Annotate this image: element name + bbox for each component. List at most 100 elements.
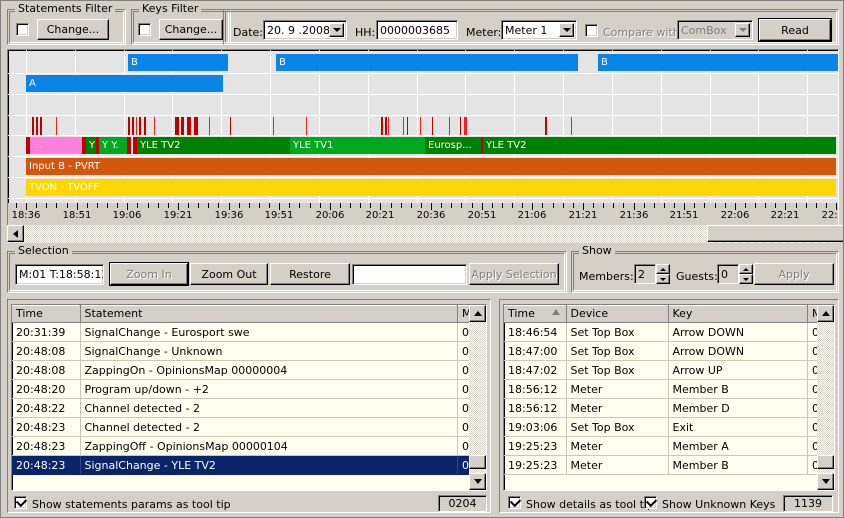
statements-filter-checkbox[interactable] — [16, 23, 29, 36]
compare-with-combo[interactable]: ComBox — [677, 20, 753, 40]
keys-col-device[interactable]: Device — [566, 305, 669, 323]
statements-filter-change-button[interactable]: Change... — [37, 19, 109, 40]
keys-col-key[interactable]: Key — [668, 305, 808, 323]
timeline-bar[interactable]: Y Y. — [99, 137, 127, 154]
timeline-key-tick[interactable] — [432, 117, 433, 135]
timeline-key-tick[interactable] — [40, 117, 42, 135]
keys-vscrollbar-thumb[interactable] — [817, 455, 834, 469]
timeline-bar[interactable]: YLE TV1 — [290, 137, 425, 154]
timeline-key-tick[interactable] — [128, 117, 130, 135]
table-row[interactable]: 20:48:22Channel detected - 201 — [12, 398, 486, 418]
keys-table[interactable]: TimeDeviceKeyM 18:46:54Set Top BoxArrow … — [503, 304, 835, 491]
members-stepper[interactable] — [656, 264, 670, 284]
timeline-key-tick[interactable] — [388, 117, 389, 135]
meter-combo[interactable]: Meter 1 — [501, 20, 577, 40]
timeline-key-tick[interactable] — [407, 117, 408, 135]
table-row[interactable]: 20:48:23 ZappingOff - OpinionsMap 0000010… — [12, 436, 486, 456]
timeline-key-tick[interactable] — [154, 117, 155, 135]
timeline-key-tick[interactable] — [36, 117, 38, 135]
chevron-down-icon[interactable] — [329, 23, 344, 37]
hscrollbar-thumb[interactable] — [707, 225, 843, 242]
table-row[interactable]: 18:47:02Set Top BoxArrow UP01 — [504, 360, 834, 380]
guests-stepper-up[interactable] — [739, 264, 753, 274]
timeline-hscrollbar[interactable] — [7, 225, 843, 243]
statements-col-statement[interactable]: Statement — [80, 305, 458, 323]
timeline-key-tick[interactable] — [460, 117, 461, 135]
statements-header-row[interactable]: Time Statement M — [12, 305, 486, 323]
table-row[interactable]: 20:31:39SignalChange - Eurosport swe01 — [12, 322, 486, 342]
compare-with-checkbox[interactable] — [585, 24, 598, 37]
scroll-left-arrow-icon[interactable] — [7, 225, 24, 242]
timeline-bar[interactable]: Y — [86, 137, 96, 154]
scroll-down-arrow-icon[interactable] — [817, 473, 834, 490]
timeline-key-tick[interactable] — [385, 117, 387, 135]
table-row[interactable]: 20:48:08 ZappingOn - OpinionsMap 00000004… — [12, 360, 486, 380]
keys-vscrollbar[interactable] — [817, 305, 834, 490]
timeline-key-tick[interactable] — [464, 117, 467, 135]
selection-range-field[interactable] — [352, 264, 467, 285]
timeline-bar[interactable]: B — [598, 54, 838, 71]
zoom-in-button[interactable]: Zoom In — [109, 262, 189, 286]
table-row[interactable]: 18:47:00Set Top BoxArrow DOWN01 — [504, 341, 834, 361]
table-row[interactable]: 19:25:23MeterMember B01 — [504, 455, 834, 475]
timeline-bar[interactable]: A — [26, 75, 223, 92]
apply-button[interactable]: Apply — [754, 263, 834, 285]
timeline-key-tick[interactable] — [139, 117, 141, 135]
statements-vscrollbar-thumb[interactable] — [469, 455, 486, 469]
table-row[interactable]: 18:56:12MeterMember D01 — [504, 398, 834, 418]
timeline-key-tick[interactable] — [306, 117, 307, 135]
members-value[interactable]: 2 — [634, 264, 656, 284]
table-row[interactable]: 19:25:23MeterMember A01 — [504, 436, 834, 456]
scroll-up-arrow-icon[interactable] — [817, 305, 834, 322]
timeline-bar[interactable]: Eurosp... — [425, 137, 481, 154]
hh-input[interactable]: 0000003685 — [376, 20, 458, 40]
timeline-chart[interactable]: B B B A... Y Y Y. YLE TV2 YLE TV1 Eurosp... YLE T… — [7, 49, 839, 221]
table-row[interactable]: 20:48:20Program up/down - +201 — [12, 379, 486, 399]
table-row[interactable]: 20:48:23SignalChange - YLE TV201 — [12, 455, 486, 475]
table-row[interactable]: 19:03:06Set Top BoxExit01 — [504, 417, 834, 437]
timeline-key-tick[interactable] — [187, 117, 191, 135]
date-combo[interactable]: 20. 9 .2008 — [263, 20, 347, 40]
restore-button[interactable]: Restore — [270, 263, 350, 285]
timeline-bar[interactable]: YLE TV2 — [483, 137, 836, 154]
table-row[interactable]: 20:48:08SignalChange - Unknown01 — [12, 341, 486, 361]
keys-filter-change-button[interactable]: Change... — [159, 19, 223, 40]
timeline-key-tick[interactable] — [545, 117, 547, 135]
keys-filter-checkbox[interactable] — [138, 23, 151, 36]
keys-header-row[interactable]: TimeDeviceKeyM — [504, 305, 834, 323]
scroll-up-arrow-icon[interactable] — [469, 305, 486, 322]
timeline-key-tick[interactable] — [420, 117, 421, 135]
guests-stepper-down[interactable] — [739, 274, 753, 284]
keys-tooltip-checkbox[interactable] — [508, 495, 522, 509]
statements-table[interactable]: Time Statement M 20:31:39 SignalChange - Eu… — [11, 304, 487, 491]
timeline-bar[interactable]: TVON - TVOFF — [26, 179, 836, 196]
statements-col-time[interactable]: Time — [12, 305, 81, 323]
timeline-key-tick[interactable] — [381, 117, 383, 135]
timeline-bar[interactable]: Input B - PVRT — [26, 158, 836, 175]
timeline-key-tick[interactable] — [571, 117, 572, 135]
timeline-key-tick[interactable] — [194, 117, 198, 135]
table-row[interactable]: 18:56:12MeterMember B01 — [504, 379, 834, 399]
statements-tooltip-checkbox[interactable] — [14, 495, 28, 509]
timeline-key-tick[interactable] — [230, 117, 231, 135]
scroll-down-arrow-icon[interactable] — [469, 473, 486, 490]
table-row[interactable]: 20:48:23Channel detected - 201 — [12, 417, 486, 437]
timeline-key-tick[interactable] — [175, 117, 179, 135]
members-stepper-up[interactable] — [656, 264, 670, 274]
timeline-bar[interactable]: B — [128, 54, 228, 71]
read-button[interactable]: Read — [758, 18, 832, 42]
timeline-key-tick[interactable] — [136, 117, 137, 135]
timeline-key-tick[interactable] — [132, 117, 134, 135]
timeline-key-tick[interactable] — [209, 117, 210, 135]
statements-vscrollbar[interactable] — [469, 305, 486, 490]
timeline-bar[interactable]: YLE TV2 — [137, 137, 290, 154]
timeline-key-tick[interactable] — [273, 117, 274, 135]
guests-value[interactable]: 0 — [717, 264, 739, 284]
timeline-key-tick[interactable] — [56, 117, 57, 135]
show-unknown-keys-checkbox[interactable] — [644, 495, 658, 509]
keys-col-time[interactable]: Time — [504, 305, 567, 323]
timeline-key-tick[interactable] — [144, 117, 146, 135]
members-stepper-down[interactable] — [656, 274, 670, 284]
timeline-key-tick[interactable] — [32, 117, 34, 135]
timeline-key-tick[interactable] — [403, 117, 404, 135]
